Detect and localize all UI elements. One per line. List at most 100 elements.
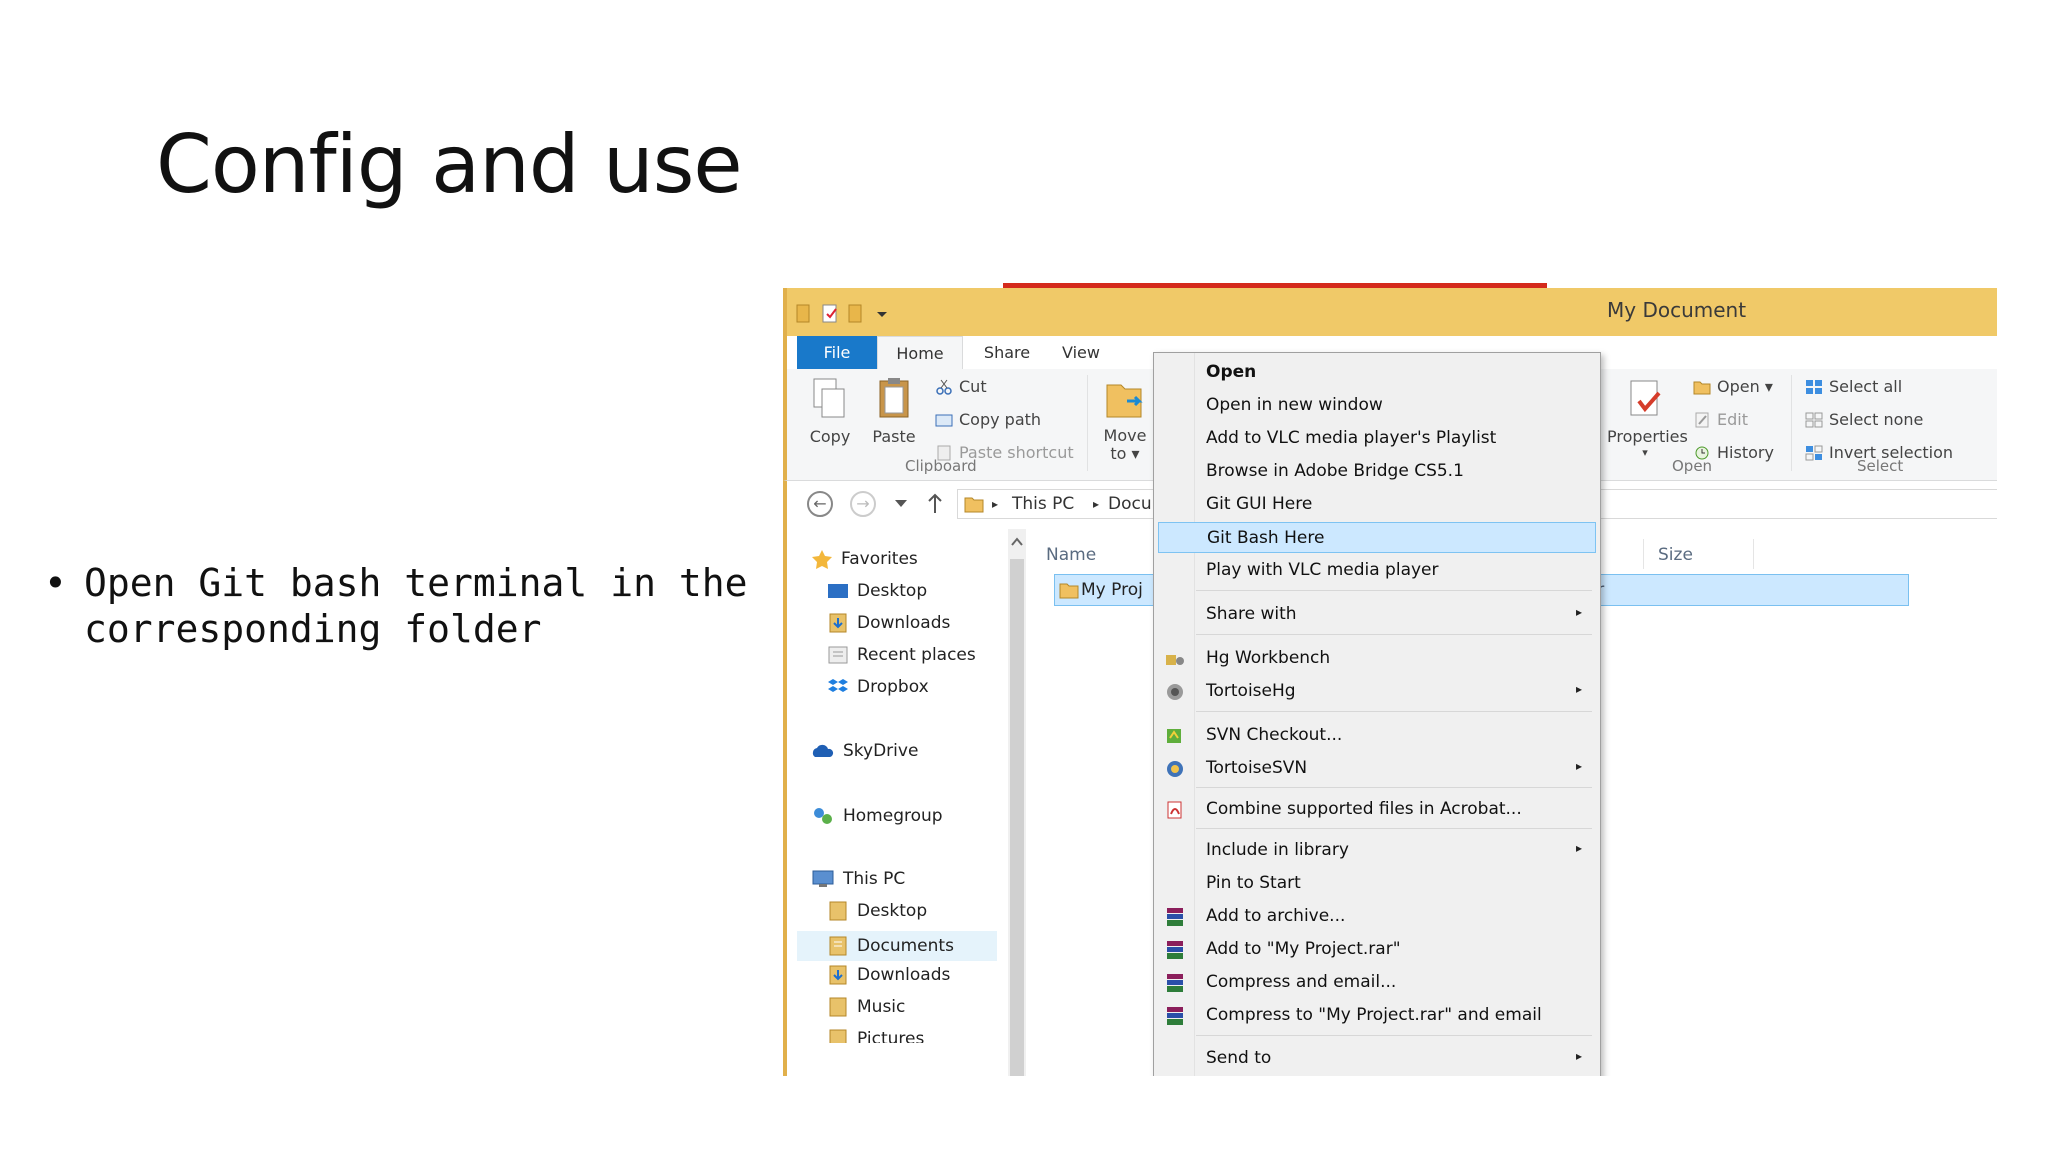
- menu-item-label: Add to VLC media player's Playlist: [1206, 428, 1497, 448]
- menu-item-include-library[interactable]: Include in library ▸: [1158, 835, 1596, 866]
- properties-icon[interactable]: [821, 302, 839, 324]
- nav-favorites-label: Favorites: [841, 549, 918, 569]
- context-menu: Open Open in new window Add to VLC media…: [1153, 352, 1601, 1076]
- menu-item-acrobat-combine[interactable]: Combine supported files in Acrobat...: [1158, 794, 1596, 825]
- nav-pc-desktop[interactable]: Desktop: [827, 901, 927, 921]
- nav-desktop[interactable]: Desktop: [827, 581, 927, 601]
- copy-button[interactable]: Copy: [805, 377, 855, 446]
- menu-item-compress-email[interactable]: Compress and email...: [1158, 967, 1596, 998]
- downloads-folder-icon: [829, 613, 847, 633]
- nav-documents[interactable]: Documents: [797, 931, 997, 961]
- winrar-icon: [1167, 941, 1183, 959]
- scroll-up-icon[interactable]: [1011, 537, 1023, 547]
- column-header-size[interactable]: Size: [1658, 545, 1693, 565]
- menu-item-pin-start[interactable]: Pin to Start: [1158, 868, 1596, 899]
- downloads-folder-icon: [829, 965, 847, 985]
- folder-icon[interactable]: [795, 302, 813, 324]
- select-group-label: Select: [1857, 457, 1904, 475]
- tab-home[interactable]: Home: [877, 336, 963, 369]
- menu-item-tortoisesvn[interactable]: TortoiseSVN ▸: [1158, 753, 1596, 784]
- column-divider: [1643, 539, 1644, 569]
- column-divider: [1753, 539, 1754, 569]
- menu-item-add-vlc-playlist[interactable]: Add to VLC media player's Playlist: [1158, 423, 1596, 454]
- up-arrow-icon[interactable]: [927, 493, 943, 515]
- menu-item-git-bash[interactable]: Git Bash Here: [1158, 522, 1596, 553]
- paste-label: Paste: [872, 427, 916, 446]
- select-all-label: Select all: [1829, 377, 1903, 396]
- nav-dropbox[interactable]: Dropbox: [827, 677, 929, 697]
- file-name: My Proj: [1081, 580, 1143, 600]
- navigation-pane: Favorites Desktop Downloads Recent place…: [783, 529, 1005, 1076]
- nav-homegroup[interactable]: Homegroup: [811, 805, 943, 827]
- menu-item-label: Git GUI Here: [1206, 494, 1313, 514]
- submenu-arrow-icon: ▸: [1575, 841, 1582, 855]
- chevron-down-icon[interactable]: [873, 302, 891, 324]
- nav-downloads[interactable]: Downloads: [827, 613, 950, 633]
- column-header-name[interactable]: Name: [1046, 545, 1096, 565]
- forward-arrow-icon[interactable]: →: [850, 491, 876, 517]
- menu-item-add-archive[interactable]: Add to archive...: [1158, 901, 1596, 932]
- tab-share[interactable]: Share: [977, 336, 1037, 369]
- menu-item-git-gui[interactable]: Git GUI Here: [1158, 489, 1596, 520]
- breadcrumb-documents[interactable]: Docu: [1108, 494, 1152, 514]
- nav-this-pc[interactable]: This PC: [811, 869, 905, 889]
- nav-scrollbar[interactable]: [1008, 529, 1026, 1076]
- nav-scrollbar-thumb[interactable]: [1010, 559, 1024, 1076]
- cloud-icon: [812, 744, 834, 757]
- pictures-folder-icon: [829, 1029, 847, 1043]
- menu-item-adobe-bridge[interactable]: Browse in Adobe Bridge CS5.1: [1158, 456, 1596, 487]
- recent-locations-chevron-icon[interactable]: [894, 499, 908, 509]
- menu-item-tortoisehg[interactable]: TortoiseHg ▸: [1158, 676, 1596, 707]
- folder-icon: [964, 497, 984, 513]
- menu-item-send-to[interactable]: Send to ▸: [1158, 1043, 1596, 1074]
- nav-desktop-label: Desktop: [857, 581, 928, 601]
- copy-path-label: Copy path: [959, 410, 1042, 429]
- open-button[interactable]: Open ▾: [1693, 377, 1773, 396]
- desktop-icon: [828, 584, 848, 598]
- menu-item-compress-rar-email[interactable]: Compress to "My Project.rar" and email: [1158, 1000, 1596, 1031]
- menu-item-vlc-play[interactable]: Play with VLC media player: [1158, 555, 1596, 586]
- menu-item-label: Add to "My Project.rar": [1206, 939, 1401, 959]
- edit-button[interactable]: Edit: [1693, 410, 1748, 429]
- folder-icon: [829, 901, 847, 921]
- nav-pc-downloads-label: Downloads: [857, 965, 951, 985]
- homegroup-icon: [814, 808, 832, 824]
- menu-item-open-new-window[interactable]: Open in new window: [1158, 390, 1596, 421]
- nav-favorites[interactable]: Favorites: [811, 549, 918, 569]
- menu-item-hg-workbench[interactable]: Hg Workbench: [1158, 643, 1596, 674]
- copy-path-button[interactable]: Copy path: [935, 410, 1041, 429]
- properties-button[interactable]: Properties ▾: [1607, 377, 1688, 459]
- tab-file[interactable]: File: [797, 336, 877, 369]
- edit-icon: [1695, 412, 1709, 427]
- cut-button[interactable]: Cut: [935, 377, 987, 396]
- select-none-button[interactable]: Select none: [1805, 410, 1923, 429]
- menu-item-label: Open: [1206, 362, 1257, 382]
- computer-icon: [812, 870, 834, 887]
- winrar-icon: [1167, 974, 1183, 992]
- menu-item-svn-checkout[interactable]: SVN Checkout...: [1158, 720, 1596, 751]
- nav-skydrive[interactable]: SkyDrive: [811, 741, 918, 761]
- menu-separator: [1196, 828, 1592, 829]
- breadcrumb-this-pc[interactable]: This PC: [1012, 494, 1074, 514]
- menu-item-open[interactable]: Open: [1158, 357, 1596, 388]
- nav-pc-downloads[interactable]: Downloads: [827, 965, 950, 985]
- move-to-button[interactable]: Move to ▾: [1095, 377, 1155, 463]
- nav-music[interactable]: Music: [827, 997, 905, 1017]
- paste-button[interactable]: Paste: [869, 377, 919, 446]
- menu-item-share-with[interactable]: Share with ▸: [1158, 599, 1596, 630]
- select-all-icon: [1806, 379, 1822, 394]
- menu-item-add-to-rar[interactable]: Add to "My Project.rar": [1158, 934, 1596, 965]
- nav-pictures[interactable]: Pictures: [827, 1029, 924, 1043]
- nav-pc-desktop-label: Desktop: [857, 901, 928, 921]
- select-none-icon: [1805, 412, 1823, 427]
- tab-view[interactable]: View: [1051, 336, 1111, 369]
- explorer-screenshot: My Document File Home Share View Copy Pa…: [783, 283, 1997, 1076]
- menu-item-label: Pin to Start: [1206, 873, 1301, 893]
- nav-recent-places[interactable]: Recent places: [827, 645, 976, 665]
- move-to-label: Move: [1103, 426, 1147, 445]
- select-all-button[interactable]: Select all: [1805, 377, 1902, 396]
- back-arrow-icon[interactable]: ←: [807, 491, 833, 517]
- nav-homegroup-label: Homegroup: [843, 806, 943, 826]
- new-folder-icon[interactable]: [847, 302, 865, 324]
- svn-checkout-icon: [1167, 729, 1181, 743]
